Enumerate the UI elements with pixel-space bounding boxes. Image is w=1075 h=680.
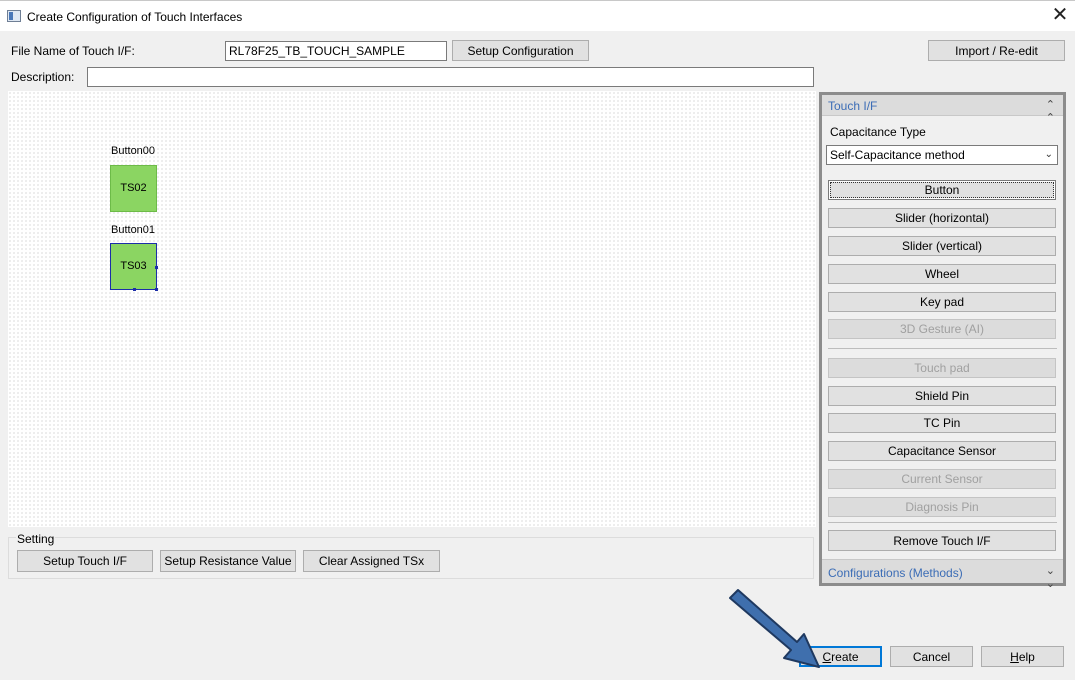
setup-touch-if-button[interactable]: Setup Touch I/F (17, 550, 153, 572)
file-name-input[interactable] (225, 41, 447, 61)
configurations-methods-header[interactable]: Configurations (Methods) ⌄ ⌄ (822, 559, 1063, 590)
add-shield-pin-button[interactable]: Shield Pin (828, 386, 1056, 406)
capacitance-type-value: Self-Capacitance method (830, 148, 965, 162)
add-key-pad-button[interactable]: Key pad (828, 292, 1056, 312)
add-slider-horizontal-button[interactable]: Slider (horizontal) (828, 208, 1056, 228)
configurations-methods-title: Configurations (Methods) (828, 566, 963, 580)
button00-tile[interactable]: TS02 (110, 165, 157, 212)
window-title: Create Configuration of Touch Interfaces (27, 10, 243, 24)
resize-handle-corner[interactable] (155, 288, 158, 291)
button01-label: Button01 (111, 224, 156, 236)
file-name-label: File Name of Touch I/F: (11, 44, 135, 58)
chevron-down-icon: ⌄ (1044, 149, 1053, 160)
capacitance-type-label: Capacitance Type (830, 125, 926, 139)
add-capacitance-sensor-button[interactable]: Capacitance Sensor (828, 441, 1056, 461)
remove-touch-if-button[interactable]: Remove Touch I/F (828, 530, 1056, 551)
add-slider-vertical-button[interactable]: Slider (vertical) (828, 236, 1056, 256)
title-bar: Create Configuration of Touch Interfaces… (0, 0, 1075, 31)
import-reedit-button[interactable]: Import / Re-edit (928, 40, 1065, 61)
add-diagnosis-pin-button[interactable]: Diagnosis Pin (828, 497, 1056, 517)
resize-handle-right[interactable] (155, 266, 158, 269)
resize-handle-bottom[interactable] (133, 288, 136, 291)
create-mnemonic: C (822, 649, 832, 664)
button01-tile[interactable]: TS03 (110, 243, 157, 290)
touch-if-panel-header[interactable]: Touch I/F ⌃ ⌃ (822, 95, 1063, 124)
clear-assigned-tsx-button[interactable]: Clear Assigned TSx (303, 550, 440, 572)
add-current-sensor-button[interactable]: Current Sensor (828, 469, 1056, 489)
chevron-double-down-icon[interactable]: ⌄ ⌄ (1046, 564, 1055, 590)
close-icon[interactable]: ✕ (1045, 1, 1075, 31)
cancel-button[interactable]: Cancel (890, 646, 973, 667)
description-input[interactable] (87, 67, 814, 87)
setup-resistance-value-button[interactable]: Setup Resistance Value (160, 550, 296, 572)
help-button[interactable]: Help (981, 646, 1064, 667)
create-button[interactable]: Create (799, 646, 882, 667)
touch-if-panel-title: Touch I/F (828, 99, 878, 113)
setup-configuration-button[interactable]: Setup Configuration (452, 40, 589, 61)
capacitance-type-select[interactable]: Self-Capacitance method ⌄ (826, 145, 1058, 165)
create-label-rest: reate (831, 649, 859, 664)
button00-label: Button00 (111, 145, 156, 157)
help-mnemonic: H (1010, 649, 1019, 664)
setting-group-title: Setting (16, 532, 56, 546)
add-tc-pin-button[interactable]: TC Pin (828, 413, 1056, 433)
add-wheel-button[interactable]: Wheel (828, 264, 1056, 284)
chevron-double-up-icon[interactable]: ⌃ ⌃ (1046, 98, 1055, 124)
panel-separator (828, 348, 1057, 349)
add-button-button[interactable]: Button (828, 180, 1056, 200)
add-touch-pad-button[interactable]: Touch pad (828, 358, 1056, 378)
description-label: Description: (11, 70, 75, 84)
help-label-rest: elp (1018, 649, 1035, 664)
panel-separator (828, 522, 1057, 523)
app-icon (7, 10, 21, 22)
add-3d-gesture-button[interactable]: 3D Gesture (AI) (828, 319, 1056, 339)
